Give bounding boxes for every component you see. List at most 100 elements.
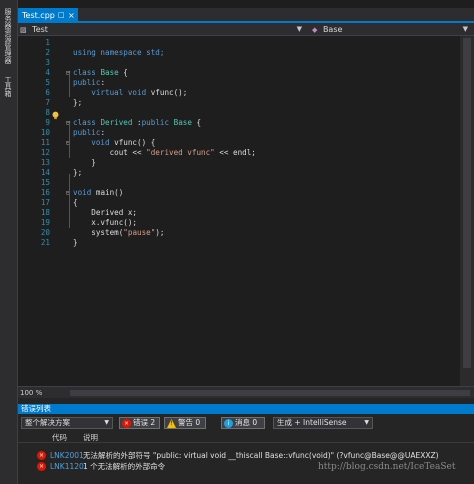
code-line[interactable]: 9 ⊟ class Derived :public Base { <box>18 118 458 128</box>
code-token: { <box>191 118 202 127</box>
code-token: }; <box>73 168 83 177</box>
code-editor[interactable]: 12 using namespace std; 34⊟class Base {5 pu… <box>18 36 474 386</box>
code-token: vfunc(); <box>146 88 188 97</box>
messages-filter-label: 消息 0 <box>235 418 258 427</box>
close-icon[interactable]: × <box>68 8 75 23</box>
code-token: class <box>73 68 96 77</box>
code-text: public: <box>73 78 105 88</box>
code-line[interactable]: 10 public: <box>18 128 458 138</box>
code-line[interactable]: 14}; <box>18 168 458 178</box>
code-text: public: <box>73 128 105 138</box>
code-text: Derived x; <box>73 208 137 218</box>
code-line[interactable]: 8 <box>18 108 458 118</box>
code-line[interactable]: 4⊟class Base { <box>18 68 458 78</box>
lightbulb-icon[interactable] <box>51 111 60 120</box>
code-token: system( <box>73 228 124 237</box>
vertical-scrollbar[interactable] <box>460 36 474 386</box>
column-header-description[interactable]: 说明 <box>83 432 98 443</box>
code-line[interactable]: 19 x.vfunc(); <box>18 218 458 228</box>
line-number: 3 <box>45 58 50 67</box>
code-text: x.vfunc(); <box>73 218 137 228</box>
messages-filter-button[interactable]: i 消息 0 <box>221 417 265 429</box>
code-text: using namespace std; <box>73 48 164 58</box>
error-icon: × <box>37 462 46 471</box>
code-line[interactable]: 5 public: <box>18 78 458 88</box>
code-line[interactable]: 16⊟void main() <box>18 188 458 198</box>
code-line[interactable]: 3 <box>18 58 458 68</box>
scope-filter-dropdown[interactable]: 整个解决方案 ▼ <box>21 417 113 429</box>
code-text: class Base { <box>73 68 128 78</box>
build-filter-label: 生成 + IntelliSense <box>277 418 347 427</box>
build-filter-dropdown[interactable]: 生成 + IntelliSense ▼ <box>273 417 373 429</box>
line-number: 16 <box>40 188 50 197</box>
code-token: } <box>73 158 96 167</box>
error-code: LNK2001 <box>50 451 84 460</box>
code-line[interactable]: 20 system("pause"); <box>18 228 458 238</box>
code-text: } <box>73 238 78 248</box>
error-list-panel: 错误列表 整个解决方案 ▼ × 错误 2 ! 警告 0 i 消息 0 生成 + … <box>18 398 474 484</box>
error-row[interactable]: × LNK2001 无法解析的外部符号 "public: virtual voi… <box>18 450 474 461</box>
code-token: void <box>73 188 92 197</box>
zoom-bar: 100 % <box>18 386 474 398</box>
scrollbar-thumb[interactable] <box>463 38 471 368</box>
code-token: ); <box>155 228 165 237</box>
code-line[interactable]: 1 <box>18 38 458 48</box>
line-number: 15 <box>40 178 50 187</box>
column-header-code[interactable]: 代码 <box>52 432 67 443</box>
code-line[interactable]: 6 virtual void vfunc(); <box>18 88 458 98</box>
tab-label: Test.cpp <box>22 11 55 20</box>
line-number: 20 <box>40 228 50 237</box>
code-token: }; <box>73 98 83 107</box>
code-line[interactable]: 13 } <box>18 158 458 168</box>
code-token: x.vfunc(); <box>73 218 138 227</box>
error-description: 无法解析的外部符号 "public: virtual void __thisca… <box>83 451 439 460</box>
toolbox-tab[interactable]: 工具箱 <box>3 76 13 97</box>
code-token: public <box>73 78 101 87</box>
scope-label: Test <box>32 25 48 34</box>
code-line[interactable]: 17 { <box>18 198 458 208</box>
warnings-filter-button[interactable]: ! 警告 0 <box>164 417 206 429</box>
code-token: class <box>73 118 96 127</box>
code-token: { <box>73 198 78 207</box>
info-icon: i <box>224 419 233 428</box>
code-token: Base <box>173 118 192 127</box>
server-explorer-tab[interactable]: 服务器资源管理器 <box>3 8 13 64</box>
code-line[interactable]: 15 <box>18 178 458 188</box>
code-token: public <box>73 128 101 137</box>
code-token: << endl; <box>214 148 256 157</box>
member-dropdown[interactable]: ◆ Base ▼ <box>312 23 472 36</box>
scope-dropdown[interactable]: ▨ Test ▼ <box>20 23 306 36</box>
warnings-filter-label: 警告 0 <box>178 418 201 427</box>
code-line[interactable]: 12 cout << "derived vfunc" << endl; <box>18 148 458 158</box>
side-toolbar: 服务器资源管理器 工具箱 <box>0 0 18 484</box>
line-number: 17 <box>40 198 50 207</box>
code-token: main() <box>91 188 124 197</box>
error-code: LNK1120 <box>50 462 84 471</box>
code-line[interactable]: 7}; <box>18 98 458 108</box>
code-token: Derived x; <box>73 208 138 217</box>
chevron-down-icon: ▼ <box>364 419 369 426</box>
line-number: 4 <box>45 68 50 77</box>
error-list-toolbar: 整个解决方案 ▼ × 错误 2 ! 警告 0 i 消息 0 生成 + Intel… <box>18 416 474 430</box>
code-text: virtual void vfunc(); <box>73 88 187 98</box>
code-token: void <box>73 138 110 147</box>
code-token: "derived vfunc" <box>146 148 215 157</box>
line-number: 12 <box>40 148 50 157</box>
code-line[interactable]: 18 Derived x; <box>18 208 458 218</box>
indent-guide <box>69 174 70 228</box>
line-number: 11 <box>40 138 50 147</box>
code-line[interactable]: 21} <box>18 238 458 248</box>
line-number: 18 <box>40 208 50 217</box>
pin-icon[interactable]: □ <box>58 8 65 23</box>
chevron-down-icon: ▼ <box>296 25 302 33</box>
code-line[interactable]: 11⊟ void vfunc() { <box>18 138 458 148</box>
horizontal-scrollbar[interactable] <box>70 390 470 396</box>
code-line[interactable]: 2 using namespace std; <box>18 48 458 58</box>
line-number: 7 <box>45 98 50 107</box>
code-text: } <box>73 158 96 168</box>
tab-test-cpp[interactable]: Test.cpp □ × <box>18 8 78 23</box>
code-text: void vfunc() { <box>73 138 155 148</box>
chevron-down-icon: ▼ <box>462 25 468 33</box>
error-list-header: 代码 说明 <box>18 432 474 443</box>
errors-filter-button[interactable]: × 错误 2 <box>119 417 160 429</box>
